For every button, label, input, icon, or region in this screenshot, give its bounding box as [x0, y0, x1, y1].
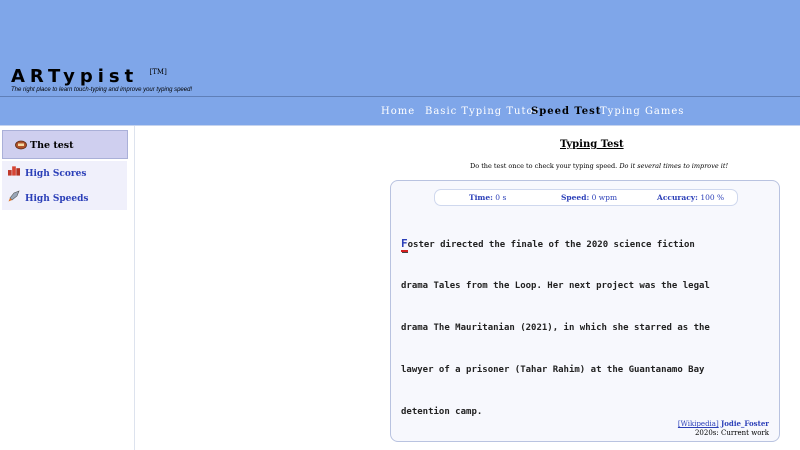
typing-test-box[interactable]: Time: 0 s Speed: 0 wpm Accuracy: 100 % F…: [390, 180, 780, 442]
site-header: ARTypist [TM] The right place to learn t…: [0, 0, 800, 96]
accuracy-stat: Accuracy: 100 %: [657, 193, 725, 202]
intro-emphasis: Do it several times to improve it!: [619, 162, 729, 170]
source-section: 2020s: Current work: [694, 429, 769, 437]
tagline: The right place to learn touch-typing an…: [11, 87, 193, 93]
text-source: [Wikipedia] Jodie_Foster 2020s: Current …: [678, 419, 769, 438]
text-line: drama Tales from the Loop. Her next proj…: [401, 281, 710, 291]
nav-basic-typing-tutor[interactable]: Basic Typing Tutor: [425, 106, 539, 117]
rocket-icon: [8, 189, 20, 201]
nav-divider: [0, 125, 800, 126]
keyboard-icon: [15, 139, 27, 150]
sidebar-item-label: High Speeds: [25, 194, 89, 204]
time-value: 0 s: [495, 193, 507, 202]
wikipedia-link[interactable]: [Wikipedia]: [678, 420, 719, 428]
sidebar-item-label: High Scores: [25, 169, 87, 179]
accuracy-value: 100 %: [700, 193, 725, 202]
text-line: lawyer of a prisoner (Tahar Rahim) at th…: [401, 365, 705, 375]
speed-value: 0 wpm: [591, 193, 618, 202]
current-character: F: [401, 237, 408, 252]
typing-text[interactable]: Foster directed the finale of the 2020 s…: [401, 223, 771, 433]
speed-stat: Speed: 0 wpm: [561, 193, 618, 202]
stats-bar: Time: 0 s Speed: 0 wpm Accuracy: 100 %: [434, 189, 738, 206]
trademark: [TM]: [149, 68, 167, 76]
podium-icon: [8, 165, 20, 176]
nav-typing-games[interactable]: Typing Games: [600, 106, 684, 117]
text-line: Foster directed the finale of the 2020 s…: [401, 237, 695, 252]
sidebar-divider: [134, 126, 135, 450]
nav-speed-test[interactable]: Speed Test: [531, 106, 601, 117]
top-nav: Home Basic Typing Tutor Speed Test Typin…: [0, 96, 800, 126]
text-line: drama The Mauritanian (2021), in which s…: [401, 323, 710, 333]
time-stat: Time: 0 s: [469, 193, 507, 202]
page-title: Typing Test: [560, 139, 624, 150]
intro-text: Do the test once to check your typing sp…: [470, 162, 729, 170]
sidebar-item-high-scores[interactable]: High Scores: [2, 161, 127, 187]
nav-home[interactable]: Home: [381, 106, 415, 117]
sidebar-item-label: The test: [30, 140, 74, 151]
sidebar-item-high-speeds[interactable]: High Speeds: [2, 187, 127, 210]
text-cursor: [402, 252, 408, 253]
article-link[interactable]: Jodie_Foster: [721, 419, 769, 428]
site-logo[interactable]: ARTypist [TM]: [11, 66, 167, 87]
sidebar-item-the-test[interactable]: The test: [2, 130, 128, 159]
